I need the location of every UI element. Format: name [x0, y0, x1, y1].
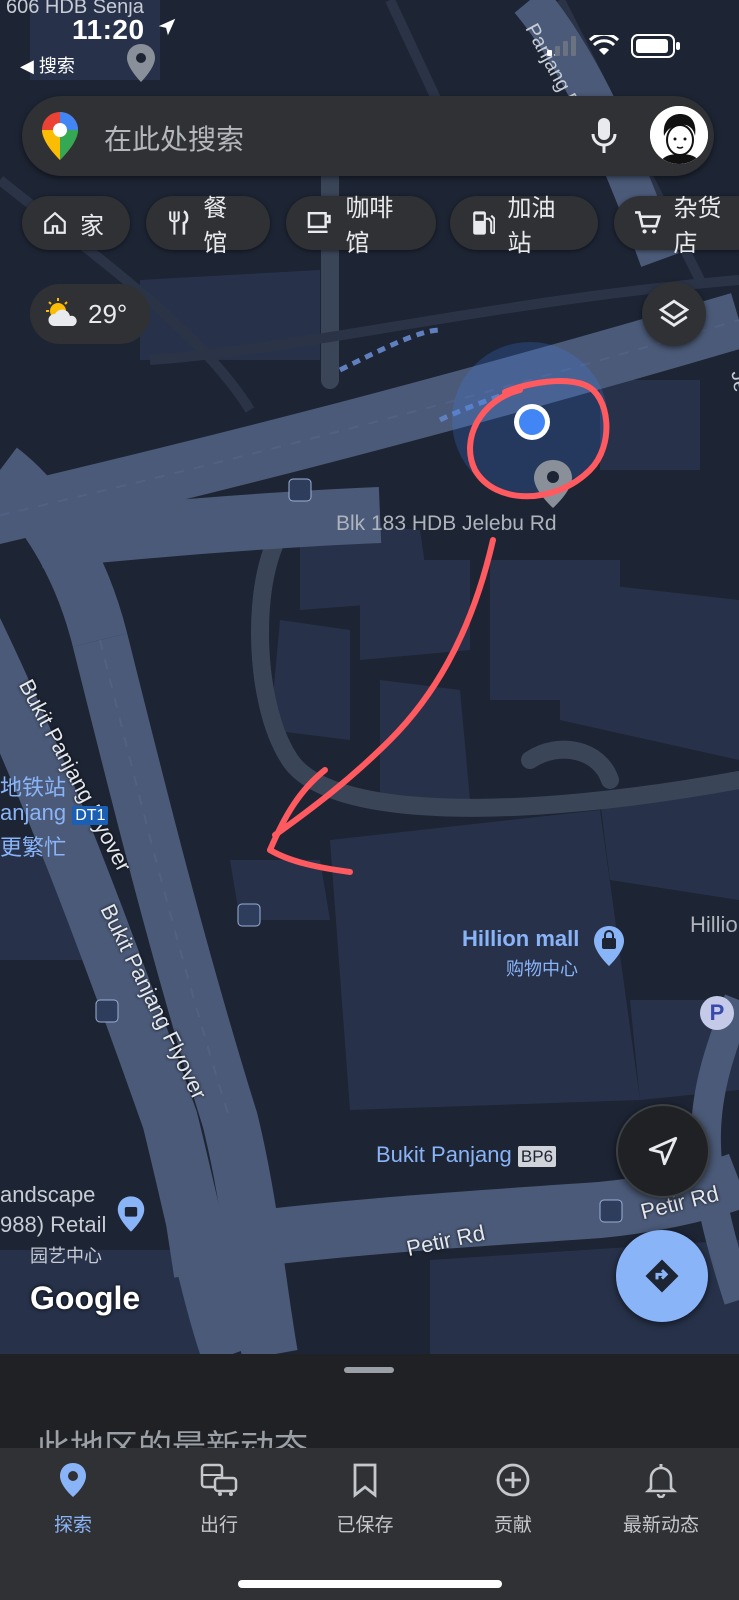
chip-gas-station[interactable]: 加油站: [450, 195, 598, 257]
chip-cafe[interactable]: 咖啡馆: [286, 195, 436, 257]
nav-updates[interactable]: 最新动态: [606, 1462, 716, 1537]
weather-chip[interactable]: 29°: [30, 284, 150, 344]
chip-home[interactable]: 家: [22, 196, 130, 250]
restaurant-icon: [169, 210, 189, 235]
avatar[interactable]: [650, 106, 708, 164]
explore-pin-icon: [60, 1463, 86, 1497]
chip-label: 杂货店: [673, 195, 722, 257]
nav-label: 探索: [53, 1515, 92, 1536]
nav-saved[interactable]: 已保存: [310, 1462, 420, 1537]
cafe-icon: [307, 211, 331, 234]
nav-label: 已保存: [336, 1515, 394, 1536]
nav-commute[interactable]: 出行: [164, 1462, 274, 1537]
add-circle-icon: [496, 1463, 530, 1497]
mrt-station-sub[interactable]: anjang DT1: [0, 800, 109, 826]
landscape-retail-sub: 园艺中心: [30, 1246, 102, 1266]
home-indicator[interactable]: [238, 1580, 502, 1588]
nav-label: 出行: [199, 1515, 238, 1536]
mrt-code-badge: DT1: [72, 806, 109, 825]
layers-button[interactable]: [642, 282, 706, 346]
partly-cloudy-icon: [46, 298, 77, 326]
directions-button[interactable]: [616, 1230, 708, 1322]
google-maps-logo-icon: [42, 112, 78, 165]
navigation-arrow-icon: [648, 1136, 678, 1166]
wifi-icon: [588, 32, 620, 62]
mrt-busy-label: 更繁忙: [0, 835, 67, 860]
temperature-label: 29°: [88, 298, 128, 329]
home-icon: [44, 211, 66, 234]
battery-icon: [631, 34, 681, 63]
chip-grocery[interactable]: 杂货店: [614, 195, 739, 257]
garden-shop-icon[interactable]: [116, 1196, 146, 1237]
bus-interchange-name: Bukit Panjang: [376, 1142, 512, 1167]
status-map-pin-icon: [126, 44, 156, 87]
chip-label: 餐馆: [203, 195, 228, 257]
nav-label: 最新动态: [622, 1515, 699, 1536]
chip-label: 咖啡馆: [345, 195, 394, 257]
google-logo: Google: [30, 1280, 141, 1316]
chip-label: 家: [80, 212, 104, 240]
parking-icon[interactable]: P: [700, 996, 734, 1030]
search-input[interactable]: 在此处搜索: [104, 118, 244, 158]
nav-explore[interactable]: 探索: [18, 1462, 128, 1537]
mrt-station-name: anjang: [0, 800, 67, 825]
layers-icon: [658, 299, 690, 328]
mrt-station-label[interactable]: 地铁站: [0, 770, 66, 802]
bukit-panjang-bus-label[interactable]: Bukit Panjang BP6: [376, 1142, 557, 1168]
gas-station-icon: [473, 211, 496, 235]
shopping-bag-icon[interactable]: [592, 926, 626, 971]
top-right-road-label: Je: [726, 369, 739, 394]
hillion-right-label: Hillio: [690, 912, 738, 937]
hillion-mall-sub: 购物中心: [506, 959, 578, 979]
status-indicators: [547, 32, 681, 63]
blk-183-label[interactable]: Blk 183 HDB Jelebu Rd: [336, 512, 557, 536]
signal-icon: [547, 36, 577, 61]
grocery-icon: [635, 211, 662, 234]
landscape-retail-label-1[interactable]: andscape: [0, 1182, 95, 1208]
my-location-button[interactable]: [616, 1104, 710, 1198]
sheet-drag-handle[interactable]: [344, 1367, 394, 1373]
directions-icon: [645, 1259, 679, 1293]
chip-restaurants[interactable]: 餐馆: [146, 195, 270, 257]
back-to-search-link[interactable]: ◀ 搜索: [20, 52, 75, 78]
microphone-icon[interactable]: [590, 116, 618, 161]
bell-icon: [644, 1464, 678, 1499]
landscape-retail-label-2[interactable]: 988) Retail: [0, 1212, 106, 1238]
bookmark-icon: [353, 1463, 377, 1498]
nav-label: 贡献: [493, 1515, 532, 1536]
nav-contribute[interactable]: 贡献: [458, 1462, 568, 1537]
commute-icon: [200, 1463, 238, 1496]
chip-label: 加油站: [507, 195, 556, 257]
hillion-mall-label[interactable]: Hillion mall: [462, 926, 579, 952]
search-bar[interactable]: 在此处搜索: [22, 96, 714, 176]
bp6-code-badge: BP6: [517, 1146, 557, 1167]
status-time: 11:20: [72, 14, 145, 45]
location-arrow-icon: [156, 16, 178, 43]
